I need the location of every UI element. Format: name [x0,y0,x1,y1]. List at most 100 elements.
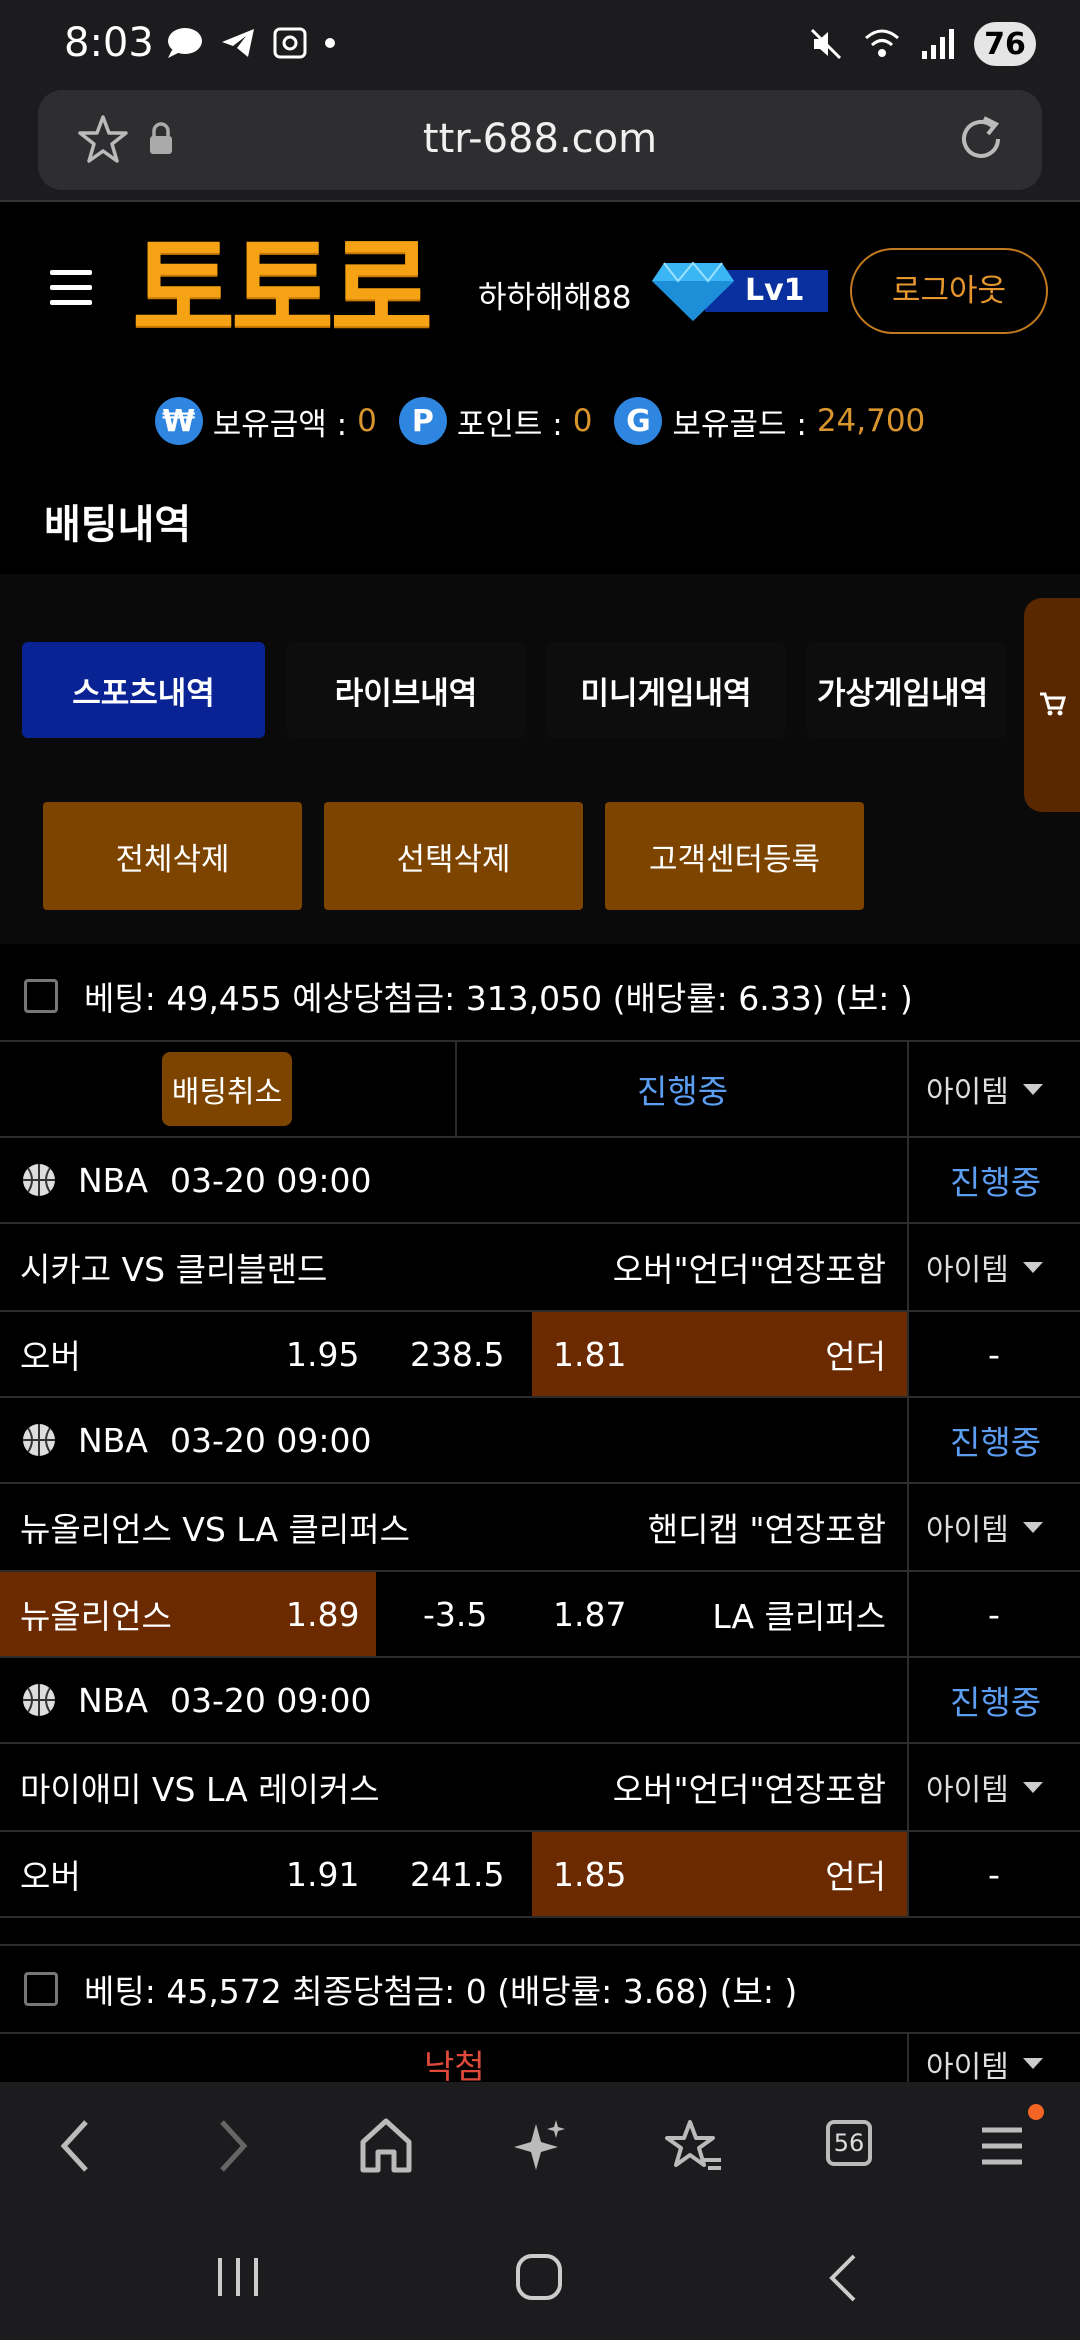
item-dropdown[interactable]: 아이템 [926,2042,1043,2082]
tabs-button[interactable]: 56 [826,2120,872,2166]
item-dropdown[interactable]: 아이템 [926,1484,1043,1570]
cash-balance: ₩ 보유금액 : 0 [154,397,377,445]
bet-summary: 베팅: 49,455 예상당첨금: 313,050 (배당률: 6.33) (보… [0,952,1080,1042]
bet-summary: 베팅: 45,572 최종당첨금: 0 (배당률: 3.68) (보: ) [0,1944,1080,2034]
logout-button[interactable]: 로그아웃 [850,248,1048,334]
matchup: 시카고 VS 클리블랜드 [20,1250,328,1289]
chevron-down-icon [1022,1261,1043,1273]
item-dropdown[interactable]: 아이템 [926,1744,1043,1830]
league-name: NBA [78,1680,148,1720]
delete-all-button[interactable]: 전체삭제 [43,802,302,910]
basketball-icon [23,1424,55,1456]
result-value: - [988,1334,1000,1374]
market-type: 오버"언더"연장포함 [612,1250,886,1289]
item-label: 아이템 [926,1253,1009,1288]
item-dropdown[interactable]: 아이템 [926,1224,1043,1310]
bet-checkbox[interactable] [24,1972,58,2006]
menu-icon[interactable] [50,270,92,315]
pick-left: 오버 [20,1337,81,1376]
game-status: 진행중 [950,1163,1042,1202]
screenshot-icon [273,27,307,59]
system-back-icon[interactable] [824,2252,864,2304]
mute-icon [810,28,842,60]
odds-left: 1.95 [286,1334,360,1374]
game-header-row: NBA 03-20 09:00 진행중 [0,1398,1080,1484]
register-support-button[interactable]: 고객센터등록 [605,802,864,910]
game-datetime: 03-20 09:00 [170,1420,372,1460]
tab-live[interactable]: 라이브내역 [287,642,525,738]
url-text: ttr-688.com [422,116,658,162]
history-tabs: 스포츠내역 라이브내역 미니게임내역 가상게임내역 [22,642,1007,738]
market-type: 오버"언더"연장포함 [612,1770,886,1809]
home-button-icon[interactable] [514,2252,564,2302]
bet-control-row: 낙첨 아이템 [0,2034,1080,2082]
tab-sports[interactable]: 스포츠내역 [22,642,265,738]
telegram-icon [222,29,254,57]
pick-right: 언더 [825,1337,886,1376]
cancel-cell: 배팅취소 [162,1042,292,1136]
site-logo[interactable]: 토토로 [132,234,433,346]
odds-right: 1.87 [553,1594,627,1634]
cash-label: 보유금액 : [212,406,348,443]
notification-dot [1028,2104,1044,2120]
chevron-down-icon [1022,1083,1043,1095]
pick-left: 뉴올리언스 [20,1597,172,1636]
betslip-tab[interactable] [1024,598,1080,812]
market-type: 핸디캡 "연장포함 [647,1510,886,1549]
result-value: - [988,1594,1000,1634]
recent-apps-icon[interactable] [214,2254,262,2300]
dot-icon [325,38,335,48]
item-label: 아이템 [926,1513,1009,1548]
browser-toolbar: ttr-688.com [0,90,1080,202]
battery-indicator: 76 [974,22,1036,66]
action-buttons: 전체삭제 선택삭제 고객센터등록 [43,802,864,910]
pick-left: 오버 [20,1857,81,1896]
back-icon[interactable] [56,2116,96,2176]
diamond-icon [652,261,734,321]
gold-icon: G [614,397,663,445]
point-icon: P [398,397,447,445]
chevron-down-icon [1022,1521,1043,1533]
bookmarks-icon[interactable] [664,2116,724,2176]
tab-minigame[interactable]: 미니게임내역 [547,642,785,738]
won-icon: ₩ [154,397,203,445]
matchup-row: 마이애미 VS LA 레이커스 오버"언더"연장포함 아이템 [0,1744,1080,1832]
system-nav-bar [0,2212,1080,2340]
address-bar[interactable]: ttr-688.com [38,90,1042,190]
wifi-icon [865,29,899,57]
game-status: 진행중 [950,1423,1042,1462]
odds-row: 오버 1.95 238.5 1.81 언더 - [0,1312,1080,1398]
bet-control-row: 배팅취소 진행중 아이템 [0,1042,1080,1138]
league-name: NBA [78,1160,148,1200]
gold-value: 24,700 [816,403,926,439]
gold-balance: G 보유골드 : 24,700 [614,397,925,445]
point-label: 포인트 : [456,406,563,443]
cart-icon [1040,692,1066,716]
home-icon[interactable] [358,2116,414,2176]
delete-selected-button[interactable]: 선택삭제 [324,802,583,910]
odds-right: 1.81 [553,1334,627,1374]
bet-checkbox[interactable] [24,979,58,1013]
basketball-icon [23,1164,55,1196]
browser-bottom-bar: 56 [0,2082,1080,2212]
cancel-bet-button[interactable]: 배팅취소 [162,1052,292,1126]
tab-virtual[interactable]: 가상게임내역 [807,642,1007,738]
forward-icon[interactable] [212,2116,252,2176]
status-bar: 8:03 76 [0,0,1080,90]
point-balance: P 포인트 : 0 [398,397,593,445]
item-label: 아이템 [926,2050,1009,2082]
reload-icon[interactable] [954,112,1008,166]
game-datetime: 03-20 09:00 [170,1160,372,1200]
point-value: 0 [572,403,593,439]
sparkle-icon[interactable] [512,2116,568,2176]
bet-result: 낙첨 [424,2047,485,2082]
item-dropdown[interactable]: 아이템 [926,1042,1043,1136]
pick-right: LA 클리퍼스 [712,1597,886,1636]
matchup: 마이애미 VS LA 레이커스 [20,1770,380,1809]
status-time: 8:03 [64,20,154,66]
game-header-row: NBA 03-20 09:00 진행중 [0,1658,1080,1744]
item-label: 아이템 [926,1075,1009,1110]
gold-label: 보유골드 : [672,406,807,443]
menu-icon[interactable] [978,2116,1026,2176]
matchup: 뉴올리언스 VS LA 클리퍼스 [20,1510,410,1549]
